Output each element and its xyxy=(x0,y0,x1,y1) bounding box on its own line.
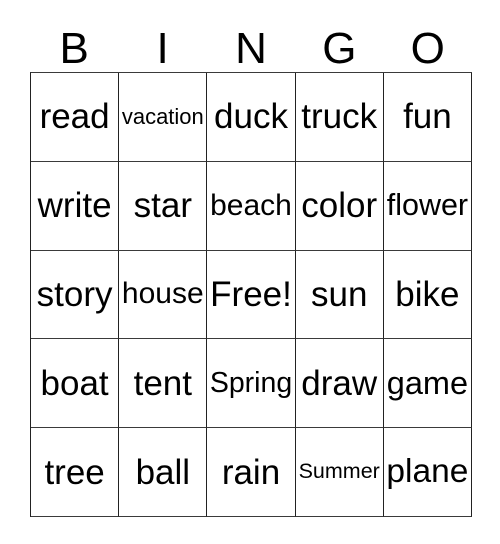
bingo-row: boat tent Spring draw game xyxy=(31,339,473,429)
bingo-cell-label: star xyxy=(133,186,192,226)
bingo-row: story house Free! sun bike xyxy=(31,250,473,340)
bingo-header-letter-g: G xyxy=(322,24,357,73)
bingo-cell-label: vacation xyxy=(121,103,204,129)
bingo-cell-label: beach xyxy=(210,188,292,222)
bingo-cell-label: plane xyxy=(386,453,469,491)
bingo-cell[interactable]: Summer xyxy=(295,428,384,517)
bingo-cell-label: Summer xyxy=(298,459,380,484)
bingo-cell[interactable]: Spring xyxy=(207,339,296,429)
bingo-cell-label: Spring xyxy=(209,367,293,400)
bingo-row: tree ball rain Summer plane xyxy=(31,428,473,517)
bingo-header-letter-n: N xyxy=(235,24,267,73)
bingo-header-letter-o: O xyxy=(410,24,445,73)
bingo-cell-label: draw xyxy=(301,363,378,403)
bingo-cell[interactable]: ball xyxy=(119,428,208,517)
bingo-cell-label: write xyxy=(37,186,112,226)
bingo-cell[interactable]: house xyxy=(119,250,208,340)
bingo-row: write star beach color flower xyxy=(31,161,473,251)
bingo-free-space-cell[interactable]: Free! xyxy=(207,250,296,340)
bingo-cell[interactable]: beach xyxy=(207,161,296,251)
bingo-cell-label: bike xyxy=(395,274,460,314)
bingo-cell[interactable]: flower xyxy=(383,161,473,251)
bingo-cell-label: sun xyxy=(310,274,368,314)
bingo-header-row: B I N G O xyxy=(30,16,472,72)
bingo-header-letter-b: B xyxy=(59,24,89,73)
bingo-cell[interactable]: color xyxy=(295,161,384,251)
bingo-cell[interactable]: rain xyxy=(207,428,296,517)
bingo-cell-label: house xyxy=(121,277,204,311)
bingo-cell-label: tent xyxy=(133,363,192,403)
bingo-card: B I N G O read vacation duck truck fun w… xyxy=(30,16,473,517)
bingo-grid: read vacation duck truck fun write star … xyxy=(30,72,473,517)
bingo-row: read vacation duck truck fun xyxy=(31,73,473,162)
bingo-cell-label: truck xyxy=(301,97,378,137)
bingo-cell[interactable]: read xyxy=(31,73,120,162)
bingo-cell[interactable]: game xyxy=(383,339,473,429)
bingo-cell[interactable]: tent xyxy=(119,339,208,429)
bingo-free-space-label: Free! xyxy=(210,274,292,314)
bingo-cell-label: fun xyxy=(403,97,452,137)
bingo-cell[interactable]: draw xyxy=(295,339,384,429)
bingo-cell-label: game xyxy=(386,365,469,402)
bingo-cell[interactable]: fun xyxy=(383,73,473,162)
bingo-cell-label: ball xyxy=(135,452,191,492)
bingo-cell[interactable]: plane xyxy=(383,428,473,517)
bingo-cell-label: duck xyxy=(214,97,288,137)
bingo-cell[interactable]: sun xyxy=(295,250,384,340)
bingo-cell-label: boat xyxy=(40,363,109,403)
bingo-cell-label: tree xyxy=(44,452,105,492)
bingo-cell[interactable]: star xyxy=(119,161,208,251)
bingo-cell[interactable]: bike xyxy=(383,250,473,340)
bingo-header-letter-i: I xyxy=(156,24,169,73)
bingo-cell[interactable]: duck xyxy=(207,73,296,162)
bingo-cell-label: color xyxy=(301,186,378,226)
bingo-cell-label: story xyxy=(36,274,113,314)
bingo-cell[interactable]: truck xyxy=(295,73,384,162)
bingo-cell[interactable]: write xyxy=(31,161,120,251)
bingo-cell-label: rain xyxy=(221,452,281,492)
bingo-cell[interactable]: tree xyxy=(31,428,120,517)
bingo-cell[interactable]: story xyxy=(31,250,120,340)
bingo-cell[interactable]: vacation xyxy=(119,73,208,162)
bingo-cell[interactable]: boat xyxy=(31,339,120,429)
bingo-cell-label: flower xyxy=(386,188,469,223)
bingo-cell-label: read xyxy=(39,97,110,137)
